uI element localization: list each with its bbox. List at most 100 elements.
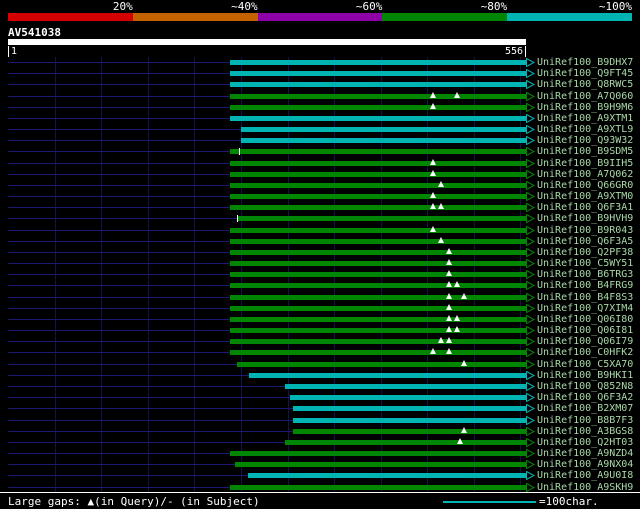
hit-label[interactable]: UniRef100_A9NX04	[537, 459, 633, 470]
hit-row: UniRef100_B9HKI1	[0, 370, 640, 381]
hit-label[interactable]: UniRef100_B6TRG3	[537, 269, 633, 280]
hit-bar[interactable]	[284, 437, 526, 445]
hit-label[interactable]: UniRef100_A9XTM0	[537, 191, 633, 202]
hit-bar[interactable]	[229, 158, 526, 166]
hit-bar[interactable]	[284, 383, 526, 389]
hit-bar[interactable]	[229, 259, 526, 267]
hit-bar[interactable]	[229, 225, 526, 233]
hit-bar[interactable]	[229, 148, 526, 156]
hit-label[interactable]: UniRef100_B8B7F3	[537, 415, 633, 426]
hit-label[interactable]: UniRef100_A9XTL9	[537, 124, 633, 135]
hit-bar[interactable]	[290, 395, 526, 401]
hit-row: UniRef100_B9HVH9	[0, 213, 640, 224]
hit-label[interactable]: UniRef100_A7Q062	[537, 169, 633, 180]
hit-label[interactable]: UniRef100_B9SDM5	[537, 146, 633, 157]
hit-label[interactable]: UniRef100_Q7XIM4	[537, 303, 633, 314]
hit-label[interactable]: UniRef100_C5WY51	[537, 258, 633, 269]
segment-tick	[237, 215, 239, 223]
hit-arrow-icon	[526, 80, 535, 90]
hit-arrow-icon	[526, 225, 535, 235]
hit-label[interactable]: UniRef100_Q9FT45	[537, 68, 633, 79]
hit-label[interactable]: UniRef100_A3BGS8	[537, 426, 633, 437]
hit-bar[interactable]	[229, 281, 526, 289]
hit-label[interactable]: UniRef100_Q06I79	[537, 336, 633, 347]
hit-bar[interactable]	[293, 417, 526, 423]
hit-bar[interactable]	[237, 359, 526, 367]
hit-label[interactable]: UniRef100_B4F8S3	[537, 292, 633, 303]
hit-label[interactable]: UniRef100_A9U0I8	[537, 470, 633, 481]
gap-marker-icon	[445, 326, 452, 333]
hit-label[interactable]: UniRef100_B9IIH5	[537, 158, 633, 169]
hit-row: UniRef100_A7Q062	[0, 169, 640, 180]
hit-bar[interactable]	[229, 115, 526, 121]
hit-bar[interactable]	[229, 270, 526, 278]
hit-arrow-icon	[526, 136, 535, 146]
hit-bar[interactable]	[235, 462, 526, 468]
hit-bar[interactable]	[229, 236, 526, 244]
gap-marker-icon	[445, 247, 452, 254]
hit-bar[interactable]	[229, 348, 526, 356]
hit-label[interactable]: UniRef100_Q852N8	[537, 381, 633, 392]
hit-row: UniRef100_B9DHX7	[0, 57, 640, 68]
hit-label[interactable]: UniRef100_A9SKH9	[537, 482, 633, 493]
hit-arrow-icon	[526, 236, 535, 246]
hit-bar[interactable]	[229, 71, 526, 77]
hit-label[interactable]: UniRef100_B9HKI1	[537, 370, 633, 381]
hit-arrow-icon	[526, 314, 535, 324]
large-gaps-legend: Large gaps: ▲(in Query)/- (in Subject)	[8, 495, 260, 508]
hit-label[interactable]: UniRef100_B9R043	[537, 225, 633, 236]
hit-label[interactable]: UniRef100_A9XTM1	[537, 113, 633, 124]
hit-bar[interactable]	[229, 169, 526, 177]
hit-arrow-icon	[526, 303, 535, 313]
hit-bar[interactable]	[229, 102, 526, 110]
hit-label[interactable]: UniRef100_C0HFK2	[537, 347, 633, 358]
hit-bar[interactable]	[237, 215, 526, 223]
hit-bar[interactable]	[229, 180, 526, 188]
hit-bar[interactable]	[229, 484, 526, 490]
gap-marker-icon	[438, 236, 445, 243]
hit-label[interactable]: UniRef100_B2XM07	[537, 403, 633, 414]
hit-bar[interactable]	[229, 82, 526, 88]
hit-bar[interactable]	[229, 203, 526, 211]
hit-label[interactable]: UniRef100_A7Q060	[537, 91, 633, 102]
hit-label[interactable]: UniRef100_Q6F3A2	[537, 392, 633, 403]
hit-label[interactable]: UniRef100_Q66GR0	[537, 180, 633, 191]
hit-bar[interactable]	[229, 247, 526, 255]
hit-arrow-icon	[526, 69, 535, 79]
hit-bar[interactable]	[229, 192, 526, 200]
hit-bar[interactable]	[229, 303, 526, 311]
hit-bar[interactable]	[293, 406, 526, 412]
hit-label[interactable]: UniRef100_Q06I81	[537, 325, 633, 336]
hit-label[interactable]: UniRef100_Q6F3A5	[537, 236, 633, 247]
hit-row: UniRef100_Q2PF38	[0, 247, 640, 258]
hit-label[interactable]: UniRef100_Q06I80	[537, 314, 633, 325]
hit-arrow-icon	[526, 203, 535, 213]
hit-arrow-icon	[526, 404, 535, 414]
hit-bar[interactable]	[229, 91, 526, 99]
hit-label[interactable]: UniRef100_B9DHX7	[537, 57, 633, 68]
hit-bar[interactable]	[293, 426, 526, 434]
hit-bar[interactable]	[229, 326, 526, 334]
hit-label[interactable]: UniRef100_Q6F3A1	[537, 202, 633, 213]
hit-label[interactable]: UniRef100_B9H9M6	[537, 102, 633, 113]
hit-label[interactable]: UniRef100_C5XA70	[537, 359, 633, 370]
hit-label[interactable]: UniRef100_Q2HT03	[537, 437, 633, 448]
hit-label[interactable]: UniRef100_Q93W32	[537, 135, 633, 146]
gap-marker-icon	[453, 326, 460, 333]
hit-bar[interactable]	[229, 314, 526, 322]
hit-bar[interactable]	[229, 292, 526, 300]
hit-bar[interactable]	[240, 127, 526, 133]
hit-bar[interactable]	[229, 337, 526, 345]
hit-label[interactable]: UniRef100_B9HVH9	[537, 213, 633, 224]
hit-bar[interactable]	[249, 372, 526, 378]
hit-bar[interactable]	[248, 473, 526, 479]
hit-bar[interactable]	[240, 138, 526, 144]
scale-legend: =100char.	[443, 496, 599, 508]
hit-bar[interactable]	[229, 60, 526, 65]
hit-bar[interactable]	[229, 451, 526, 457]
hit-label[interactable]: UniRef100_A9NZD4	[537, 448, 633, 459]
hit-label[interactable]: UniRef100_Q8RWC5	[537, 79, 633, 90]
hit-label[interactable]: UniRef100_B4FRG9	[537, 280, 633, 291]
hit-arrow-icon	[526, 426, 535, 436]
hit-label[interactable]: UniRef100_Q2PF38	[537, 247, 633, 258]
